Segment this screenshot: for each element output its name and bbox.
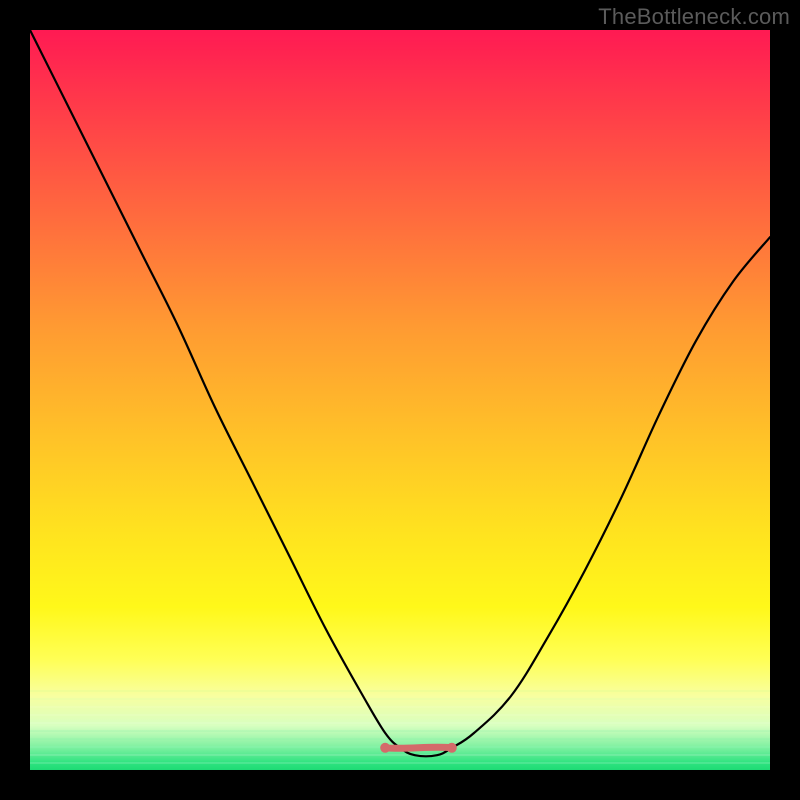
valley-marker-line bbox=[385, 747, 452, 748]
bottleneck-curve bbox=[30, 30, 770, 756]
valley-marker-dot-left bbox=[380, 743, 390, 753]
chart-frame: TheBottleneck.com bbox=[0, 0, 800, 800]
plot-area bbox=[30, 30, 770, 770]
curve-layer bbox=[30, 30, 770, 770]
attribution-label: TheBottleneck.com bbox=[598, 4, 790, 30]
valley-marker-dot-right bbox=[447, 743, 457, 753]
